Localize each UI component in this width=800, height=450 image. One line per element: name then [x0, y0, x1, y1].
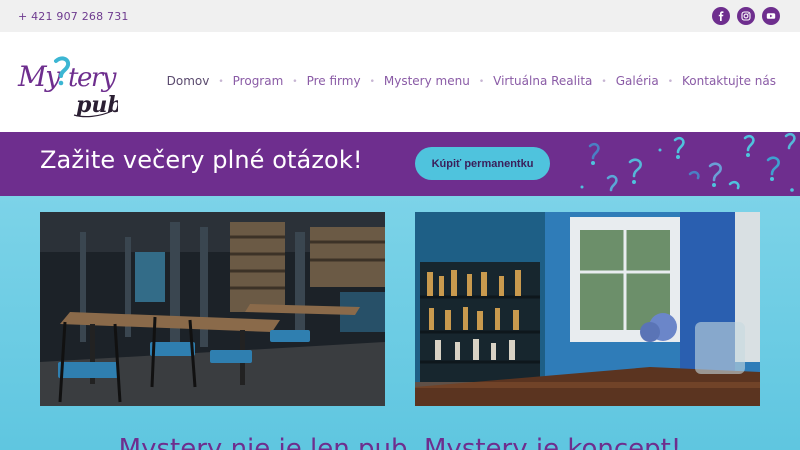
nav-kontaktujte-nas[interactable]: Kontaktujte nás: [682, 74, 776, 88]
nav-separator: •: [478, 77, 485, 87]
buy-pass-button[interactable]: Kúpiť permanentku: [415, 147, 550, 180]
promo-banner: Zažite večery plné otázok! Kúpiť permane…: [0, 132, 800, 196]
nav-virtualna-realita[interactable]: Virtuálna Realita: [493, 74, 592, 88]
instagram-icon[interactable]: [737, 7, 755, 25]
nav-pre-firmy[interactable]: Pre firmy: [307, 74, 361, 88]
site-header: My tery pub Domov • Program • Pre firmy …: [0, 32, 800, 132]
bar-counter-photo: [415, 212, 760, 406]
nav-galeria[interactable]: Galéria: [616, 74, 659, 88]
nav-separator: •: [369, 77, 375, 87]
svg-text:tery: tery: [68, 63, 117, 93]
main-nav: Domov • Program • Pre firmy • Mystery me…: [167, 74, 776, 88]
banner-headline: Zažite večery plné otázok!: [40, 146, 363, 174]
main-content: Mystery nie je len pub. Mystery je konce…: [0, 196, 800, 450]
phone-number[interactable]: + 421 907 268 731: [18, 10, 129, 23]
nav-separator: •: [218, 77, 224, 87]
mystery-pub-logo[interactable]: My tery pub: [16, 46, 123, 120]
top-bar: + 421 907 268 731: [0, 0, 800, 32]
nav-program[interactable]: Program: [233, 74, 284, 88]
nav-separator: •: [601, 77, 607, 87]
youtube-icon[interactable]: [762, 7, 780, 25]
question-marks-decoration: [580, 132, 796, 192]
pub-interior-photo: [40, 212, 385, 406]
nav-separator: •: [292, 77, 298, 87]
nav-domov[interactable]: Domov: [167, 74, 210, 88]
nav-mystery-menu[interactable]: Mystery menu: [384, 74, 470, 88]
social-links: [712, 7, 780, 25]
facebook-icon[interactable]: [712, 7, 730, 25]
svg-text:pub: pub: [76, 92, 118, 118]
tagline: Mystery nie je len pub. Mystery je konce…: [118, 434, 682, 450]
svg-text:My: My: [17, 60, 62, 93]
nav-separator: •: [667, 77, 674, 87]
